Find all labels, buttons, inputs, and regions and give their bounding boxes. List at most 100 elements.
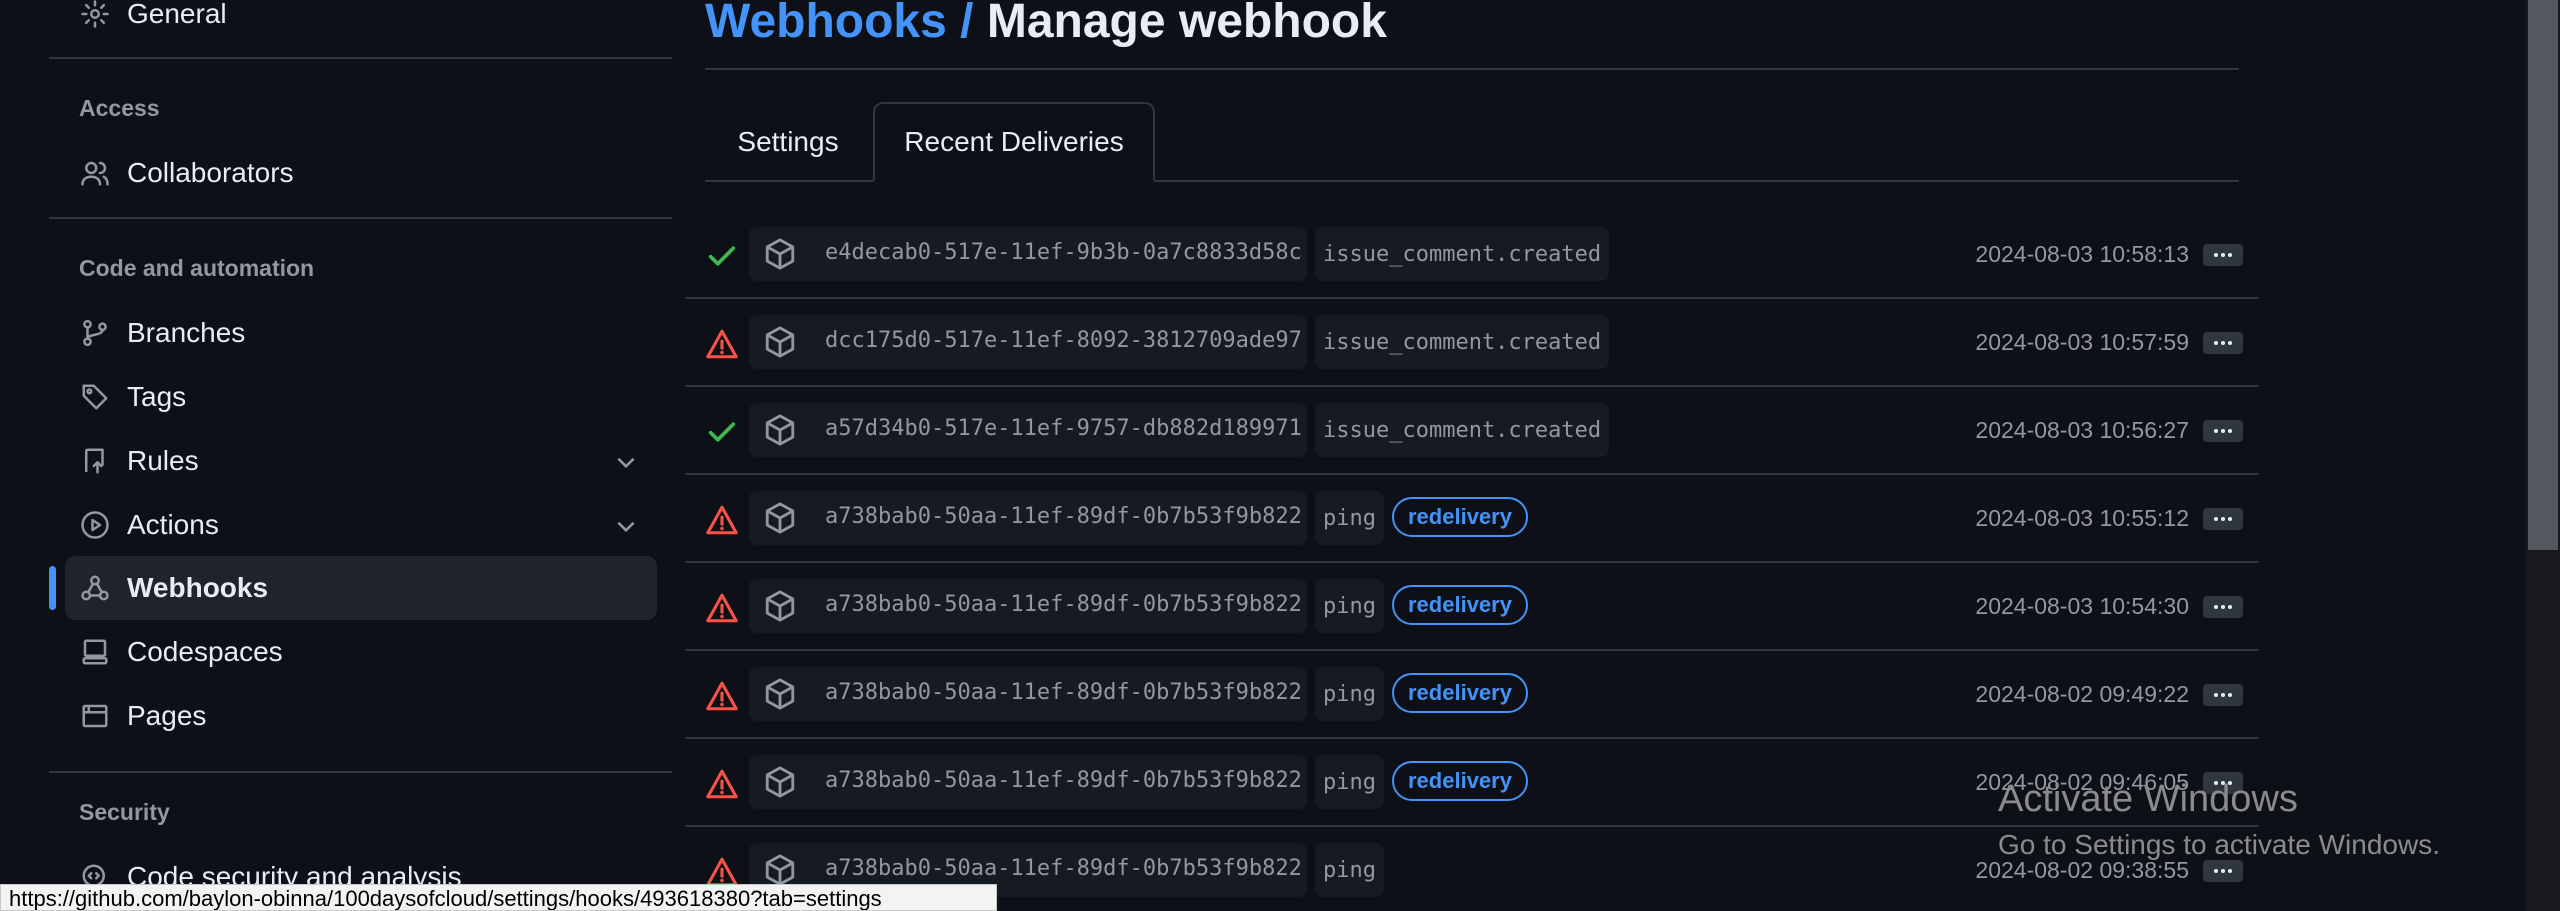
sidebar-item-label: Tags [127,381,187,412]
alert-icon [705,679,739,713]
more-options-button[interactable] [2203,420,2243,442]
title-divider [705,68,2239,70]
package-icon [763,237,797,271]
webhook-icon [79,572,111,604]
sidebar-divider [49,217,672,219]
delivery-guid: a738bab0-50aa-11ef-89df-0b7b53f9b822 [825,504,1302,529]
sidebar-item-actions[interactable]: Actions [65,493,657,557]
sidebar-item-label: Branches [127,317,246,348]
repo-push-icon [79,445,111,477]
sidebar-item-label: Rules [127,445,199,476]
play-icon [79,509,111,541]
section-heading-access: Access [79,95,160,121]
package-icon [763,325,797,359]
tab-recent-deliveries[interactable]: Recent Deliveries [873,102,1155,182]
delivery-guid: a738bab0-50aa-11ef-89df-0b7b53f9b822 [825,592,1302,617]
page: General Access Collaborators Code and au… [0,0,2560,911]
more-options-button[interactable] [2203,596,2243,618]
delivery-row[interactable]: a57d34b0-517e-11ef-9757-db882d189971 issu… [685,387,2259,475]
status-url-bar: https://github.com/baylon-obinna/100days… [0,884,997,911]
delivery-guid-box[interactable]: a738bab0-50aa-11ef-89df-0b7b53f9b822 [749,491,1307,545]
delivery-event: ping [1315,755,1384,809]
git-branch-icon [79,317,111,349]
delivery-guid: a57d34b0-517e-11ef-9757-db882d189971 [825,416,1302,441]
sidebar-item-collaborators[interactable]: Collaborators [65,141,657,205]
redelivery-badge: redelivery [1392,585,1528,625]
sidebar-divider [49,771,672,773]
active-indicator [49,566,56,610]
delivery-row[interactable]: e4decab0-517e-11ef-9b3b-0a7c8833d58c issu… [685,211,2259,299]
delivery-row[interactable]: dcc175d0-517e-11ef-8092-3812709ade97 issu… [685,299,2259,387]
gear-icon [79,0,111,30]
more-options-button[interactable] [2203,332,2243,354]
delivery-timestamp: 2024-08-02 09:49:22 [1975,681,2189,707]
delivery-guid-box[interactable]: a57d34b0-517e-11ef-9757-db882d189971 [749,403,1307,457]
delivery-timestamp: 2024-08-03 10:57:59 [1975,329,2189,355]
sidebar-item-general[interactable]: General [65,0,657,46]
redelivery-badge: redelivery [1392,673,1528,713]
alert-icon [705,591,739,625]
sidebar-item-branches[interactable]: Branches [65,301,657,365]
delivery-event: ping [1315,579,1384,633]
sidebar-item-label: Pages [127,700,207,731]
more-options-button[interactable] [2203,508,2243,530]
browser-icon [79,700,111,732]
scrollbar-thumb[interactable] [2528,0,2558,550]
delivery-event: issue_comment.created [1315,315,1610,369]
watermark-subtitle: Go to Settings to activate Windows. [1998,829,2440,860]
package-icon [763,853,797,887]
chevron-down-icon[interactable] [613,513,639,539]
delivery-timestamp: 2024-08-02 09:38:55 [1975,857,2189,883]
tab-bar: Settings Recent Deliveries [705,100,2239,182]
delivery-guid-box[interactable]: dcc175d0-517e-11ef-8092-3812709ade97 [749,315,1307,369]
delivery-guid-box[interactable]: a738bab0-50aa-11ef-89df-0b7b53f9b822 [749,755,1307,809]
section-heading-code-automation: Code and automation [79,255,315,281]
watermark-title: Activate Windows [1998,778,2298,820]
check-icon [705,415,739,449]
sidebar-item-label: Webhooks [127,572,269,603]
tab-settings[interactable]: Settings [705,102,871,182]
more-options-button[interactable] [2203,244,2243,266]
alert-icon [705,503,739,537]
delivery-guid: a738bab0-50aa-11ef-89df-0b7b53f9b822 [825,856,1302,881]
package-icon [763,589,797,623]
sidebar-item-tags[interactable]: Tags [65,365,657,429]
alert-icon [705,767,739,801]
delivery-guid: a738bab0-50aa-11ef-89df-0b7b53f9b822 [825,680,1302,705]
delivery-guid-box[interactable]: a738bab0-50aa-11ef-89df-0b7b53f9b822 [749,667,1307,721]
delivery-guid: a738bab0-50aa-11ef-89df-0b7b53f9b822 [825,768,1302,793]
section-heading-security: Security [79,799,170,825]
chevron-down-icon[interactable] [613,449,639,475]
redelivery-badge: redelivery [1392,761,1528,801]
breadcrumb-webhooks-link[interactable]: Webhooks [705,0,947,48]
delivery-row[interactable]: a738bab0-50aa-11ef-89df-0b7b53f9b822 ping… [685,651,2259,739]
breadcrumb-separator: / [960,0,974,48]
redelivery-badge: redelivery [1392,497,1528,537]
delivery-timestamp: 2024-08-03 10:54:30 [1975,593,2189,619]
more-options-button[interactable] [2203,860,2243,882]
package-icon [763,501,797,535]
delivery-event: ping [1315,843,1384,897]
sidebar-item-label: Actions [127,509,219,540]
alert-icon [705,327,739,361]
check-icon [705,239,739,273]
delivery-event: issue_comment.created [1315,403,1610,457]
delivery-guid-box[interactable]: e4decab0-517e-11ef-9b3b-0a7c8833d58c [749,227,1307,281]
delivery-event: issue_comment.created [1315,227,1610,281]
delivery-guid-box[interactable]: a738bab0-50aa-11ef-89df-0b7b53f9b822 [749,579,1307,633]
sidebar-item-webhooks[interactable]: Webhooks [65,556,657,620]
delivery-event: ping [1315,667,1384,721]
codespaces-icon [79,636,111,668]
delivery-row[interactable]: a738bab0-50aa-11ef-89df-0b7b53f9b822 ping… [685,475,2259,563]
sidebar-item-pages[interactable]: Pages [65,684,657,748]
sidebar-item-rules[interactable]: Rules [65,429,657,493]
page-title: Webhooks / Manage webhook [705,0,1387,49]
more-options-button[interactable] [2203,684,2243,706]
package-icon [763,765,797,799]
sidebar-item-codespaces[interactable]: Codespaces [65,620,657,684]
people-icon [79,157,111,189]
sidebar-item-label: General [127,0,227,29]
delivery-row[interactable]: a738bab0-50aa-11ef-89df-0b7b53f9b822 ping… [685,563,2259,651]
sidebar-item-label: Collaborators [127,157,294,188]
tag-icon [79,381,111,413]
